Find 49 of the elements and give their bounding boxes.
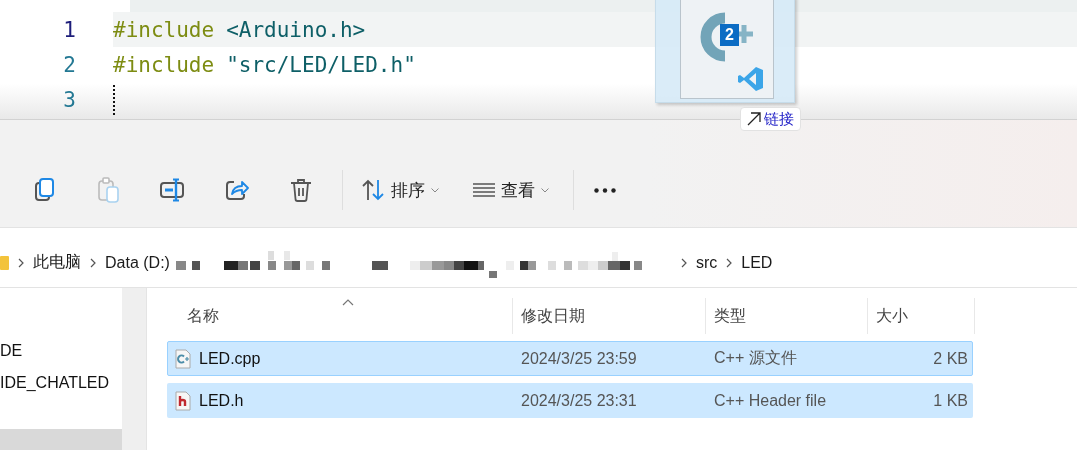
breadcrumb-item[interactable]: 此电脑 [33, 252, 81, 273]
share-icon [224, 179, 249, 201]
file-row[interactable]: LED.h 2024/3/25 23:31 C++ Header file 1 KB [167, 383, 973, 418]
chevron-icon [680, 257, 687, 268]
vscode-icon [738, 66, 764, 92]
sort-button[interactable]: 排序 [351, 170, 449, 210]
delete-icon [289, 178, 312, 202]
line-number: 1 [62, 17, 76, 42]
column-header[interactable]: 修改日期 [512, 298, 705, 334]
list-view-icon [473, 182, 495, 198]
sort-icon [361, 179, 385, 201]
breadcrumb-item[interactable]: src [695, 253, 718, 272]
breadcrumb-item[interactable]: LED [741, 253, 773, 272]
code-text: #include <Arduino.h> [113, 17, 366, 42]
table-cell-text: C++ 源文件 [713, 348, 798, 368]
code-text: #include "src/LED/LED.h" [113, 52, 416, 77]
table-cell-text: 2 KB [932, 348, 969, 369]
file-name: LED.cpp [199, 349, 261, 368]
column-header[interactable]: 大小 [867, 298, 975, 334]
paste-icon [97, 177, 120, 203]
copy-icon [33, 178, 56, 202]
chevron-icon [90, 257, 96, 268]
sort-caret-icon [341, 299, 354, 306]
caret-icon [541, 187, 549, 193]
table-cell-text: C++ Header file [713, 390, 828, 411]
breadcrumb-item[interactable]: Data (D:) [105, 253, 170, 272]
table-cell-text: 1 KB [932, 390, 969, 411]
view-button[interactable]: 查看 [463, 170, 559, 210]
column-header[interactable]: 名称 [167, 298, 512, 334]
file-name: LED.h [199, 391, 244, 410]
line-number: 2 [62, 52, 76, 77]
line-number: 3 [62, 87, 76, 112]
chevron-icon [18, 257, 24, 268]
chevron-icon [726, 257, 733, 268]
table-cell-text: 2024/3/25 23:31 [520, 390, 638, 411]
nav-item[interactable]: IDE_CHATLED [0, 367, 122, 399]
rename-icon [159, 178, 186, 202]
file-row[interactable]: LED.cpp 2024/3/25 23:59 C++ 源文件 2 KB [167, 341, 973, 376]
table-cell-text: 2024/3/25 23:59 [520, 348, 638, 369]
nav-item[interactable]: DE [0, 335, 122, 367]
arrow-icon [747, 112, 761, 126]
column-header[interactable]: 类型 [705, 298, 867, 334]
caret-icon [431, 187, 439, 193]
count-badge: 2 [720, 24, 739, 46]
more-icon [593, 187, 616, 193]
folder-icon [0, 255, 9, 270]
cpp-file-icon [175, 348, 191, 369]
header-file-icon [175, 390, 191, 411]
tooltip-text: 链接 [764, 109, 794, 129]
